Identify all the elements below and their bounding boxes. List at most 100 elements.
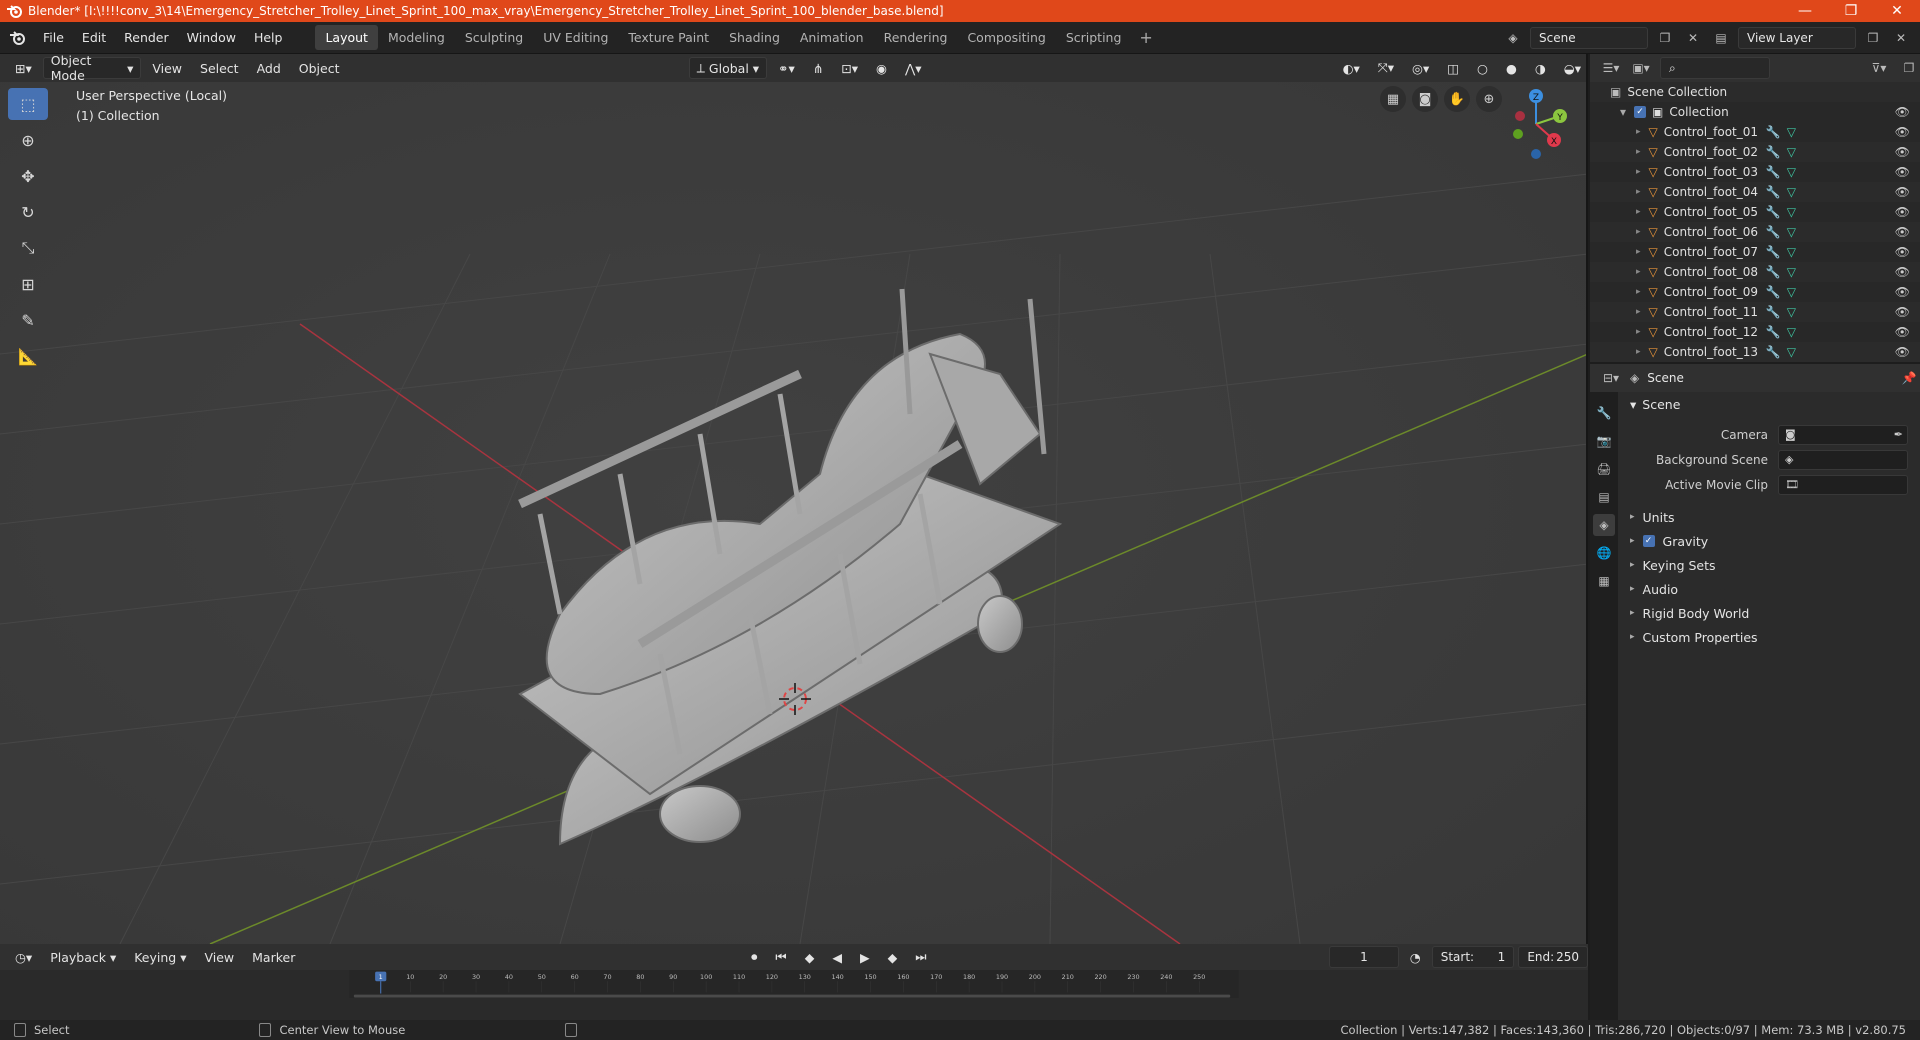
timeline-menu-keying[interactable]: Keying ▾ (127, 946, 193, 968)
stopwatch-icon[interactable]: ◔ (1403, 946, 1428, 968)
annotate-tool-icon[interactable]: ✎ (8, 304, 48, 336)
world-tab-icon[interactable]: 🌐 (1593, 542, 1615, 564)
expand-arrow-icon[interactable]: ▸ (1636, 207, 1641, 217)
snap-target-icon[interactable]: ⊡▾ (834, 57, 865, 79)
close-button[interactable]: ✕ (1874, 0, 1920, 22)
scene-icon[interactable]: ◈ (1502, 27, 1524, 49)
pivot-icon[interactable]: ⚭▾ (771, 57, 802, 79)
eye-icon[interactable]: 👁 (1895, 185, 1910, 199)
select-box-tool-icon[interactable]: ⬚ (8, 88, 48, 120)
mesh-data-icon[interactable]: ▽ (1787, 225, 1796, 239)
pin-icon[interactable]: 📌 (1898, 367, 1920, 389)
view-layer-tab-icon[interactable]: ▤ (1593, 486, 1615, 508)
outliner-object-row[interactable]: ▸ ▽ Control_foot_13 🔧 ▽ 👁 (1590, 342, 1920, 362)
eye-icon[interactable]: 👁 (1895, 145, 1910, 159)
viewport-menu-add[interactable]: Add (250, 57, 288, 79)
shading-solid-icon[interactable]: ● (1499, 57, 1524, 79)
collection-checkbox[interactable]: ✓ (1634, 106, 1647, 118)
outliner-object-row[interactable]: ▸ ▽ Control_foot_05 🔧 ▽ 👁 (1590, 202, 1920, 222)
modifier-icon[interactable]: 🔧 (1766, 165, 1781, 179)
modifier-icon[interactable]: 🔧 (1766, 185, 1781, 199)
new-view-layer-icon[interactable]: ❐ (1862, 27, 1884, 49)
delete-view-layer-icon[interactable]: ✕ (1890, 27, 1912, 49)
subpanel-audio[interactable]: ▸ Audio (1620, 577, 1920, 601)
expand-arrow-icon[interactable]: ▸ (1636, 247, 1641, 257)
measure-tool-icon[interactable]: 📐 (8, 340, 48, 372)
expand-arrow-icon[interactable]: ▸ (1636, 187, 1641, 197)
prev-keyframe-icon[interactable]: ◆ (798, 946, 822, 968)
filter-icon[interactable]: ⊽▾ (1868, 57, 1890, 79)
output-tab-icon[interactable]: 🖨 (1593, 458, 1615, 480)
editor-type-icon[interactable]: ⊞▾ (8, 57, 39, 79)
maximize-button[interactable]: ❐ (1828, 0, 1874, 22)
snap-icon[interactable]: ⋔ (806, 57, 830, 79)
camera-view-icon[interactable]: ◙ (1412, 86, 1438, 112)
eye-icon[interactable]: 👁 (1895, 285, 1910, 299)
modifier-icon[interactable]: 🔧 (1766, 225, 1781, 239)
pan-view-icon[interactable]: ✋ (1444, 86, 1470, 112)
menu-render[interactable]: Render (115, 26, 178, 49)
expand-arrow-icon[interactable]: ▸ (1636, 267, 1641, 277)
outliner-object-row[interactable]: ▸ ▽ Control_foot_12 🔧 ▽ 👁 (1590, 322, 1920, 342)
eye-icon[interactable]: 👁 (1895, 225, 1910, 239)
collection-row[interactable]: ▾ ✓ ▣ Collection 👁 (1590, 102, 1920, 122)
3d-viewport[interactable]: ⊞▾ Object Mode ▾ View Select Add Object … (0, 54, 1588, 944)
modifier-icon[interactable]: 🔧 (1766, 125, 1781, 139)
timeline-menu-playback[interactable]: Playback ▾ (43, 946, 123, 968)
record-icon[interactable]: ⏺ (744, 946, 764, 968)
properties-editor-icon[interactable]: ⊟▾ (1600, 367, 1622, 389)
mode-selector[interactable]: Object Mode ▾ (42, 54, 142, 83)
scene-selector[interactable]: Scene (1530, 27, 1648, 49)
current-frame-field[interactable]: 1 (1329, 946, 1399, 968)
delete-scene-icon[interactable]: ✕ (1682, 27, 1704, 49)
outliner-object-row[interactable]: ▸ ▽ Control_foot_01 🔧 ▽ 👁 (1590, 122, 1920, 142)
scene-panel-header[interactable]: ▾ Scene (1620, 392, 1920, 416)
expand-arrow-icon[interactable]: ▸ (1636, 167, 1641, 177)
expand-arrow-icon[interactable]: ▸ (1636, 327, 1641, 337)
tab-scripting[interactable]: Scripting (1056, 25, 1132, 50)
eye-icon[interactable]: 👁 (1895, 245, 1910, 259)
outliner-search-input[interactable]: ⌕ (1660, 57, 1770, 79)
eye-icon[interactable]: 👁 (1895, 125, 1910, 139)
modifier-icon[interactable]: 🔧 (1766, 265, 1781, 279)
mesh-data-icon[interactable]: ▽ (1787, 265, 1796, 279)
visibility-icon[interactable]: ◐▾ (1336, 57, 1367, 79)
move-tool-icon[interactable]: ✥ (8, 160, 48, 192)
start-frame-field[interactable]: Start: 1 (1431, 946, 1515, 968)
new-scene-icon[interactable]: ❐ (1654, 27, 1676, 49)
view-layer-icon[interactable]: ▤ (1710, 27, 1732, 49)
expand-arrow-icon[interactable]: ▸ (1636, 147, 1641, 157)
jump-start-icon[interactable]: ⏮ (768, 946, 793, 968)
end-frame-field[interactable]: End: 250 (1518, 946, 1588, 968)
modifier-icon[interactable]: 🔧 (1766, 145, 1781, 159)
expand-arrow-icon[interactable]: ▸ (1636, 307, 1641, 317)
timeline-scrollbar[interactable] (353, 994, 1231, 998)
add-workspace-button[interactable]: + (1131, 28, 1160, 47)
overlay-toggle-icon[interactable]: ◎▾ (1405, 57, 1436, 79)
mesh-data-icon[interactable]: ▽ (1787, 245, 1796, 259)
scale-tool-icon[interactable]: ⤡ (8, 232, 48, 264)
expand-arrow-icon[interactable]: ▸ (1636, 347, 1641, 357)
mesh-data-icon[interactable]: ▽ (1787, 185, 1796, 199)
shading-wireframe-icon[interactable]: ○ (1470, 57, 1495, 79)
proportional-edit-icon[interactable]: ◉ (869, 57, 894, 79)
timeline-menu-marker[interactable]: Marker (245, 946, 302, 968)
falloff-icon[interactable]: ⋀▾ (898, 57, 929, 79)
background-scene-field[interactable]: ◈ (1778, 449, 1908, 470)
render-tab-icon[interactable]: 📷 (1593, 430, 1615, 452)
xray-icon[interactable]: ◫ (1440, 57, 1466, 79)
outliner-object-row[interactable]: ▸ ▽ Control_foot_11 🔧 ▽ 👁 (1590, 302, 1920, 322)
eye-icon[interactable]: 👁 (1895, 165, 1910, 179)
tab-layout[interactable]: Layout (315, 25, 378, 50)
outliner-object-row[interactable]: ▸ ▽ Control_foot_03 🔧 ▽ 👁 (1590, 162, 1920, 182)
eye-icon[interactable]: 👁 (1895, 265, 1910, 279)
eye-icon[interactable]: 👁 (1895, 205, 1910, 219)
outliner-object-row[interactable]: ▸ ▽ Control_foot_02 🔧 ▽ 👁 (1590, 142, 1920, 162)
play-reverse-icon[interactable]: ◀ (825, 946, 849, 968)
viewport-menu-view[interactable]: View (145, 57, 189, 79)
timeline-ruler[interactable]: 1 10 20 30 40 50 60 70 80 90 100 110 120 130 140 150 160… (0, 970, 1588, 998)
scene-tab-icon[interactable]: ◈ (1593, 514, 1615, 536)
eyedropper-icon[interactable]: ✒ (1894, 428, 1903, 441)
expand-arrow-icon[interactable]: ▾ (1620, 105, 1626, 119)
timeline-menu-view[interactable]: View (197, 946, 241, 968)
